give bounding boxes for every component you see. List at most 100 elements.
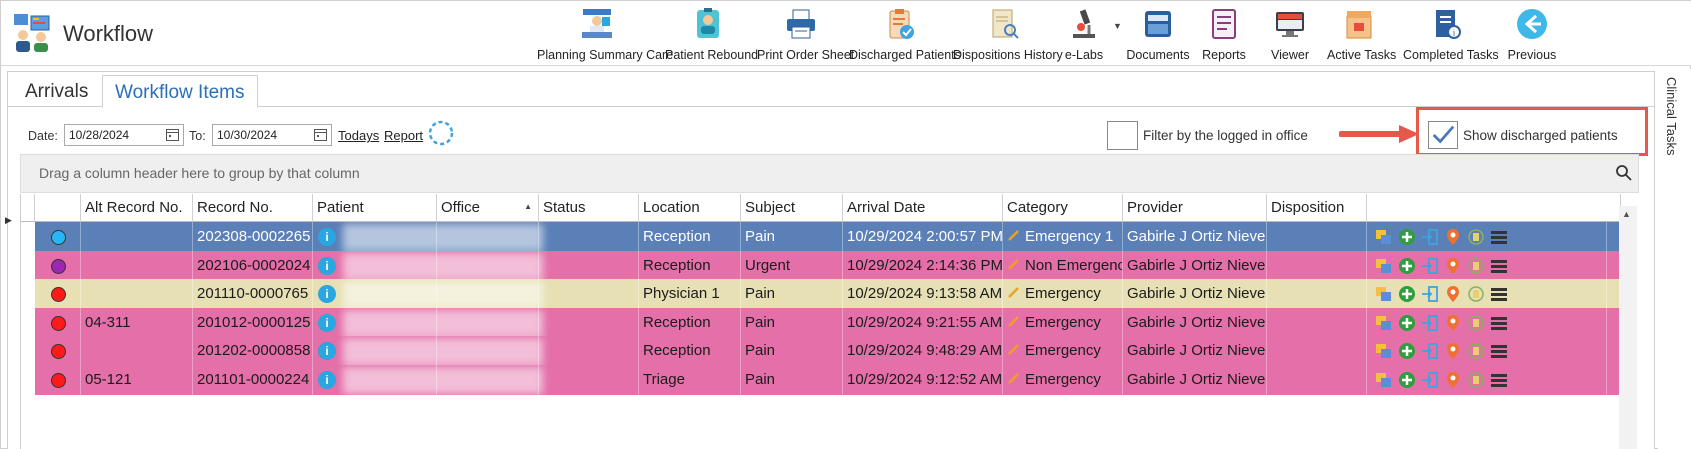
toolbar-viewer-button[interactable]: Viewer [1267,5,1313,63]
add-icon[interactable] [1398,228,1416,246]
refresh-icon[interactable] [427,119,455,147]
notes-icon[interactable] [1467,285,1485,303]
transfer-icon[interactable] [1421,342,1439,360]
calendar-icon[interactable] [314,128,327,141]
tab-workflow-items[interactable]: Workflow Items [102,75,258,108]
notes-icon[interactable] [1467,342,1485,360]
column-header-label: Category [1007,199,1068,216]
toolbar-completed-tasks-button[interactable]: i Completed Tasks [1403,5,1499,63]
col-disposition-header[interactable]: Disposition [1267,194,1367,222]
notes-icon[interactable] [1467,228,1485,246]
add-icon[interactable] [1398,342,1416,360]
to-label: To: [189,129,206,143]
transfer-icon[interactable] [1421,257,1439,275]
info-icon[interactable]: i [318,370,336,389]
date-to-input[interactable]: 10/30/2024 [212,124,332,146]
notes-icon[interactable] [1467,371,1485,389]
info-icon[interactable]: i [318,342,336,360]
status-cell [539,250,639,281]
transfer-icon[interactable] [1421,285,1439,303]
transfer-icon[interactable] [1421,228,1439,246]
location-pin-icon[interactable] [1444,285,1462,303]
menu-icon[interactable] [1490,285,1508,303]
info-icon[interactable]: i [318,228,336,246]
menu-icon[interactable] [1490,257,1508,275]
search-icon[interactable] [1615,164,1633,182]
table-row[interactable]: 202106-0002024 i Reception Urgent 10/29/2024… [35,250,1621,281]
calendar-icon[interactable] [166,128,179,141]
pencil-icon [1008,287,1019,298]
toolbar-planning-summary-care-button[interactable]: Planning Summary Care [537,5,673,63]
transfer-icon[interactable] [1421,371,1439,389]
date-from-input[interactable]: 10/28/2024 [64,124,184,146]
copy-records-icon[interactable] [1375,314,1393,332]
doctor-desk-icon [582,9,612,38]
toolbar-active-tasks-button[interactable]: Active Tasks [1327,5,1396,63]
col-status-header[interactable]: Status [539,194,639,222]
col-patient-header[interactable]: Patient [313,194,437,222]
menu-icon[interactable] [1490,371,1508,389]
toolbar-e-labs-button[interactable]: e-Labs [1061,5,1107,63]
col-provider-header[interactable]: Provider [1123,194,1267,222]
clinical-tasks-label[interactable]: Clinical Tasks [1664,77,1679,156]
info-icon[interactable]: i [318,313,336,332]
table-row[interactable]: 202308-0002265 i Reception Pain 10/29/2024 2… [35,222,1621,252]
copy-records-icon[interactable] [1375,342,1393,360]
copy-records-icon[interactable] [1375,371,1393,389]
column-header-label: Patient [317,199,364,216]
menu-icon[interactable] [1490,228,1508,246]
col-alt-record-header[interactable]: Alt Record No. [81,194,193,222]
menu-icon[interactable] [1490,314,1508,332]
actions-cell [1367,279,1607,309]
col-office-header[interactable]: Office ▲ [437,194,539,222]
add-icon[interactable] [1398,257,1416,275]
toolbar-reports-button[interactable]: Reports [1199,5,1249,63]
col-location-header[interactable]: Location [639,194,741,222]
location-pin-icon[interactable] [1444,342,1462,360]
location-pin-icon[interactable] [1444,228,1462,246]
office-cell [437,307,539,338]
copy-records-icon[interactable] [1375,228,1393,246]
todays-link[interactable]: Todays [338,128,379,143]
col-category-header[interactable]: Category [1003,194,1123,222]
info-icon[interactable]: i [318,256,336,275]
grid-vertical-scrollbar[interactable] [1619,206,1637,449]
toolbar-documents-button[interactable]: Documents [1125,5,1191,63]
toolbar-patient-rebound-button[interactable]: Patient Rebound [665,5,758,63]
show-discharged-checkbox[interactable] [1428,121,1458,149]
toolbar-discharged-patients-button[interactable]: Discharged Patients [849,5,961,63]
copy-records-icon[interactable] [1375,285,1393,303]
toolbar-previous-button[interactable]: Previous [1507,5,1557,63]
report-link[interactable]: Report [384,128,423,143]
scroll-up-icon[interactable]: ▲ [1622,209,1631,219]
toolbar-print-order-sheet-button[interactable]: Print Order Sheet [757,5,854,63]
add-icon[interactable] [1398,314,1416,332]
location-pin-icon[interactable] [1444,371,1462,389]
table-row[interactable]: 05-121 201101-0000224 i Triage Pain 10/29/202… [35,364,1621,395]
menu-icon[interactable] [1490,342,1508,360]
table-row[interactable]: 201110-0000765 i Physician 1 Pain 10/29/2024… [35,279,1621,309]
table-row[interactable]: 201202-0000858 i Reception Pain 10/29/2024 9… [35,336,1621,366]
location-pin-icon[interactable] [1444,314,1462,332]
status-dot-cell [35,336,81,366]
add-icon[interactable] [1398,371,1416,389]
monitor-icon [1276,12,1304,37]
tab-arrivals[interactable]: Arrivals [13,75,100,108]
workflow-logo-icon [14,14,50,52]
transfer-icon[interactable] [1421,314,1439,332]
category-cell: Emergency [1003,364,1123,395]
info-icon[interactable]: i [318,285,336,303]
col-record-no-header[interactable]: Record No. [193,194,313,222]
col-arrival-date-header[interactable]: Arrival Date [843,194,1003,222]
col-subject-header[interactable]: Subject [741,194,843,222]
add-icon[interactable] [1398,285,1416,303]
table-row[interactable]: 04-311 201012-0000125 i Reception Pain 10/29/… [35,307,1621,338]
office-filter-checkbox[interactable] [1107,121,1138,150]
notes-icon[interactable] [1467,314,1485,332]
toolbar-dispositions-history-button[interactable]: Dispositions History [953,5,1063,63]
notes-icon[interactable] [1467,257,1485,275]
location-pin-icon[interactable] [1444,257,1462,275]
copy-records-icon[interactable] [1375,257,1393,275]
e-labs-dropdown-caret-icon[interactable]: ▼ [1113,21,1122,31]
sort-ascending-icon[interactable]: ▲ [524,202,532,211]
